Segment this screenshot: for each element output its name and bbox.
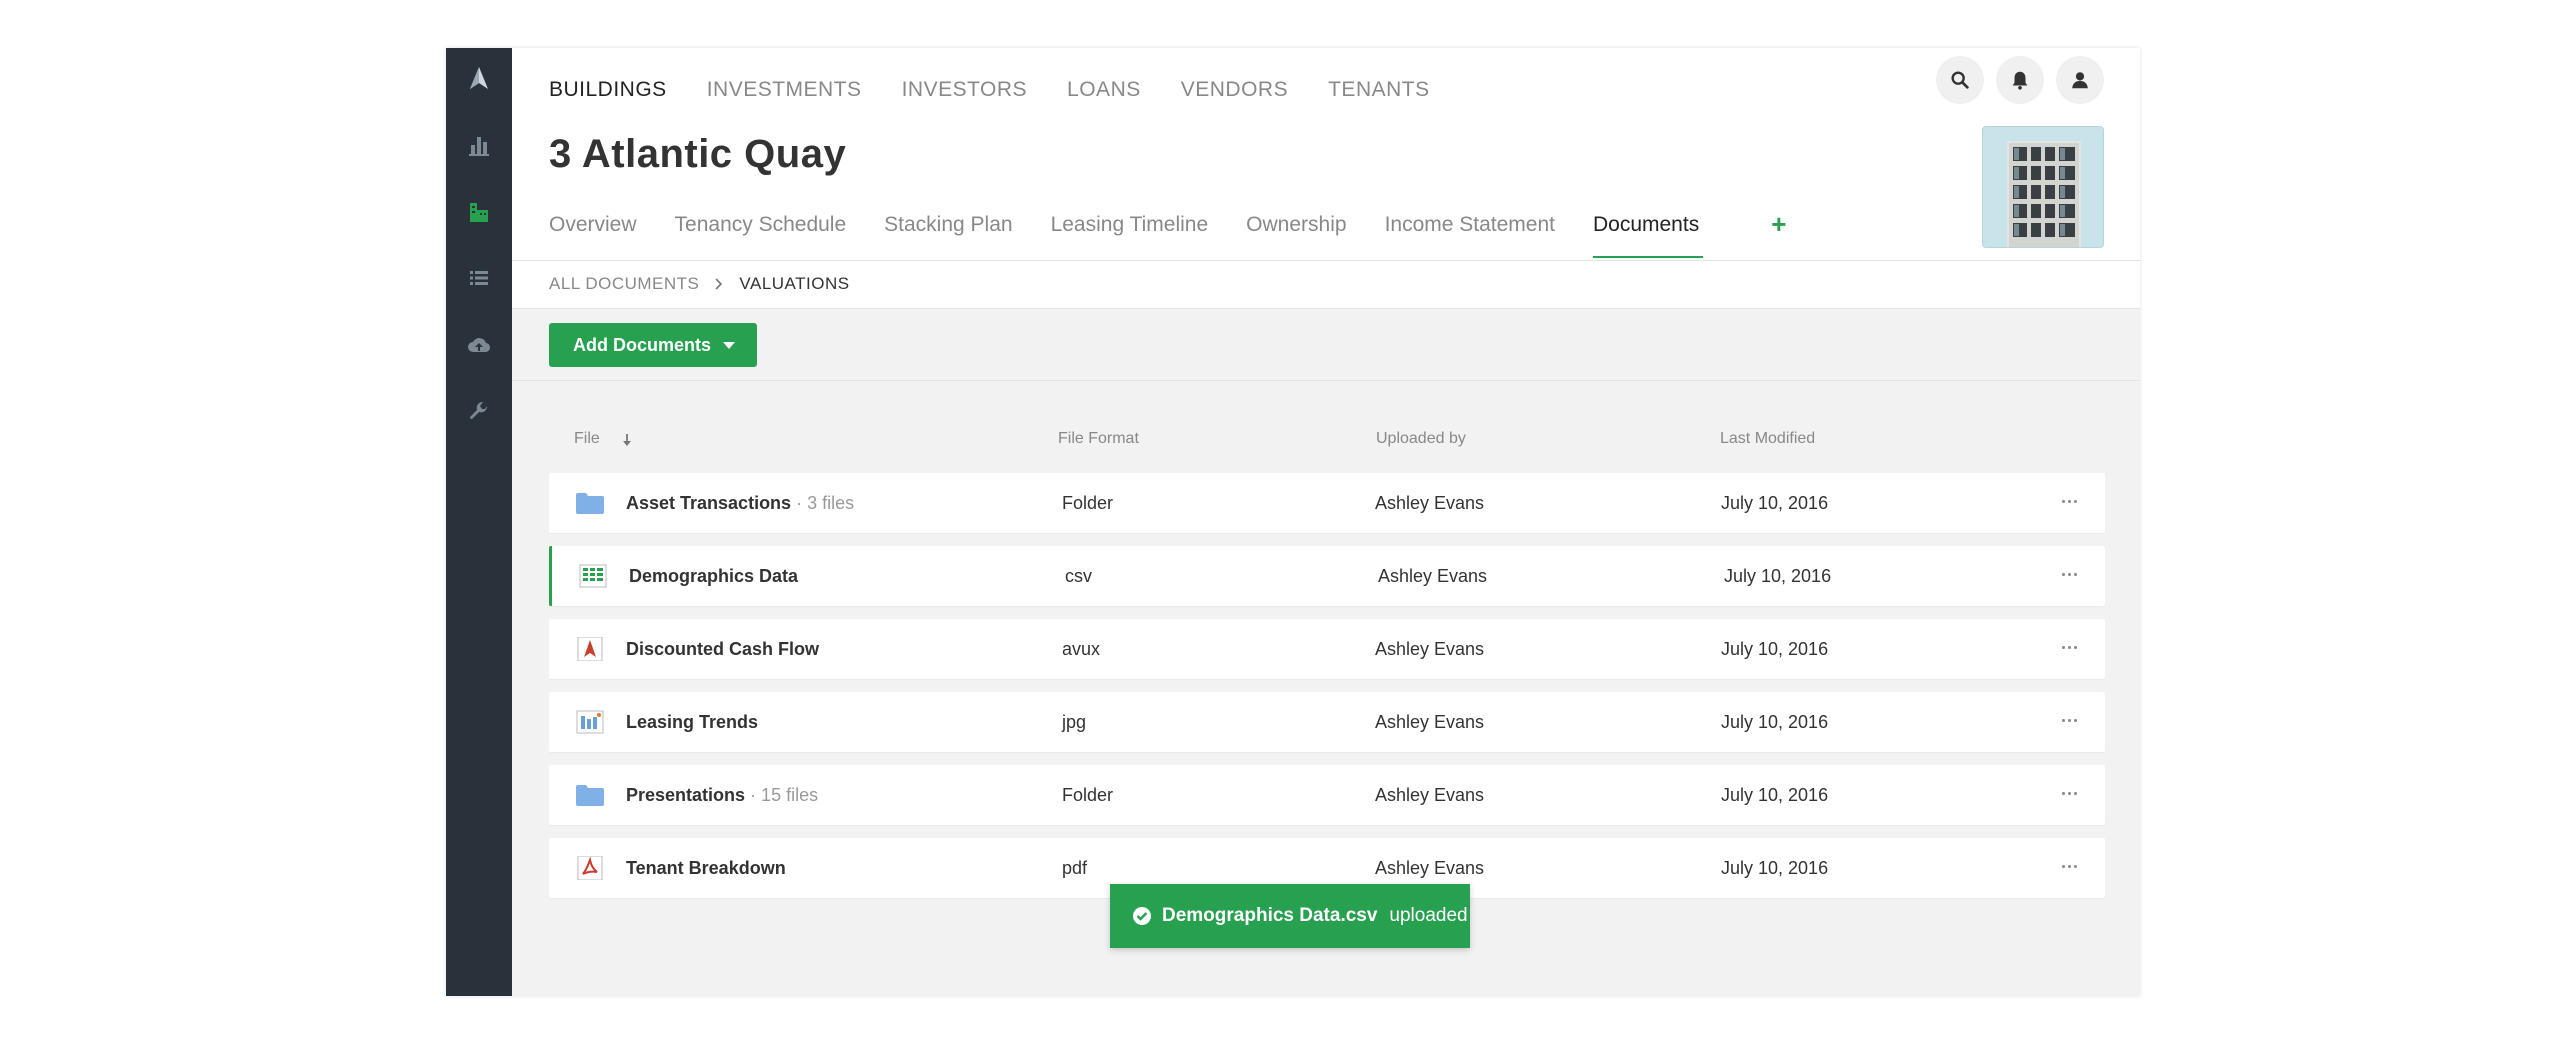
last-modified: July 10, 2016 xyxy=(1724,566,1832,586)
image-icon xyxy=(576,710,604,734)
table-row[interactable]: Presentations · 15 files Folder Ashley E… xyxy=(549,765,2105,825)
nav-tenants[interactable]: TENANTS xyxy=(1328,70,1430,110)
tab-income-statement[interactable]: Income Statement xyxy=(1385,210,1555,260)
last-modified: July 10, 2016 xyxy=(1721,712,1829,732)
user-icon xyxy=(2072,72,2088,89)
chevron-right-icon xyxy=(713,278,725,290)
breadcrumb-valuations: VALUATIONS xyxy=(739,274,850,293)
table-row[interactable]: Demographics Data csv Ashley Evans July … xyxy=(549,546,2105,606)
logo-icon[interactable] xyxy=(464,63,494,93)
upload-toast[interactable]: Demographics Data.csv uploaded xyxy=(1110,884,1470,948)
file-name[interactable]: Asset Transactions xyxy=(626,493,791,513)
uploaded-by: Ashley Evans xyxy=(1375,639,1485,659)
file-format: csv xyxy=(1065,566,1092,586)
building-tabs: Overview Tenancy Schedule Stacking Plan … xyxy=(549,210,1786,260)
file-format: avux xyxy=(1062,639,1101,659)
last-modified: July 10, 2016 xyxy=(1721,858,1829,878)
avux-icon xyxy=(577,637,603,661)
more-options-icon[interactable] xyxy=(2062,865,2077,868)
documents-toolbar: Add Documents xyxy=(512,309,2140,381)
buildings-icon[interactable] xyxy=(464,197,494,227)
chart-icon[interactable] xyxy=(464,130,494,160)
cloud-upload-icon[interactable] xyxy=(464,330,494,360)
more-options-icon[interactable] xyxy=(2062,573,2077,576)
add-tab-button[interactable]: + xyxy=(1771,210,1786,260)
notifications-button[interactable] xyxy=(1996,56,2044,104)
nav-vendors[interactable]: VENDORS xyxy=(1181,70,1288,110)
table-row[interactable]: Leasing Trends jpg Ashley Evans July 10,… xyxy=(549,692,2105,752)
more-options-icon[interactable] xyxy=(2062,646,2077,649)
uploaded-by: Ashley Evans xyxy=(1375,712,1485,732)
wrench-icon[interactable] xyxy=(464,397,494,427)
tab-overview[interactable]: Overview xyxy=(549,210,637,260)
nav-investments[interactable]: INVESTMENTS xyxy=(707,70,862,110)
more-options-icon[interactable] xyxy=(2062,500,2077,503)
file-count: · 3 files xyxy=(796,493,855,513)
sidebar-rail xyxy=(446,48,512,996)
app-window: BUILDINGS INVESTMENTS INVESTORS LOANS VE… xyxy=(446,48,2140,996)
file-format: jpg xyxy=(1062,712,1087,732)
page-title: 3 Atlantic Quay xyxy=(549,132,847,176)
more-options-icon[interactable] xyxy=(2062,719,2077,722)
building-thumbnail[interactable] xyxy=(1982,126,2104,248)
header-uploaded-by[interactable]: Uploaded by xyxy=(1376,430,1466,448)
file-count: · 15 files xyxy=(750,785,819,805)
last-modified: July 10, 2016 xyxy=(1721,493,1829,513)
top-nav: BUILDINGS INVESTMENTS INVESTORS LOANS VE… xyxy=(549,70,1470,110)
breadcrumb-all-documents[interactable]: ALL DOCUMENTS xyxy=(549,274,699,294)
table-header: File File Format Uploaded by Last Modifi… xyxy=(512,430,2140,450)
header-file-format[interactable]: File Format xyxy=(1058,430,1139,448)
top-actions xyxy=(1936,56,2104,104)
file-name[interactable]: Discounted Cash Flow xyxy=(626,619,819,679)
file-format: Folder xyxy=(1062,493,1114,513)
list-icon[interactable] xyxy=(464,263,494,293)
bell-icon xyxy=(2012,71,2028,90)
add-documents-label: Add Documents xyxy=(573,334,712,355)
toast-file-name: Demographics Data.csv xyxy=(1162,905,1378,926)
table-row[interactable]: Asset Transactions · 3 files Folder Ashl… xyxy=(549,473,2105,533)
breadcrumb: ALL DOCUMENTS VALUATIONS xyxy=(549,274,850,294)
file-name[interactable]: Presentations xyxy=(626,785,745,805)
check-circle-icon xyxy=(1133,907,1151,925)
tabs-divider xyxy=(512,260,2140,261)
tab-stacking-plan[interactable]: Stacking Plan xyxy=(884,210,1012,260)
folder-icon xyxy=(576,493,604,514)
header-file[interactable]: File xyxy=(574,430,600,448)
last-modified: July 10, 2016 xyxy=(1721,639,1829,659)
file-format: Folder xyxy=(1062,785,1114,805)
pdf-icon xyxy=(577,856,603,880)
uploaded-by: Ashley Evans xyxy=(1375,493,1485,513)
sort-down-icon[interactable] xyxy=(620,432,634,448)
folder-icon xyxy=(576,785,604,806)
toast-status: uploaded xyxy=(1389,905,1468,926)
tab-leasing-timeline[interactable]: Leasing Timeline xyxy=(1051,210,1209,260)
search-button[interactable] xyxy=(1936,56,1984,104)
header-last-modified[interactable]: Last Modified xyxy=(1720,430,1815,448)
last-modified: July 10, 2016 xyxy=(1721,785,1829,805)
file-name[interactable]: Tenant Breakdown xyxy=(626,838,786,898)
file-name[interactable]: Demographics Data xyxy=(629,546,798,606)
nav-loans[interactable]: LOANS xyxy=(1067,70,1141,110)
table-row[interactable]: Discounted Cash Flow avux Ashley Evans J… xyxy=(549,619,2105,679)
uploaded-by: Ashley Evans xyxy=(1378,566,1488,586)
nav-investors[interactable]: INVESTORS xyxy=(902,70,1027,110)
profile-button[interactable] xyxy=(2056,56,2104,104)
caret-down-icon xyxy=(723,341,736,349)
spreadsheet-icon xyxy=(579,564,607,588)
tab-documents[interactable]: Documents xyxy=(1592,210,1704,260)
add-documents-button[interactable]: Add Documents xyxy=(549,323,758,367)
nav-buildings[interactable]: BUILDINGS xyxy=(549,70,667,110)
more-options-icon[interactable] xyxy=(2062,792,2077,795)
main-panel: BUILDINGS INVESTMENTS INVESTORS LOANS VE… xyxy=(512,48,2140,996)
uploaded-by: Ashley Evans xyxy=(1375,785,1485,805)
file-name[interactable]: Leasing Trends xyxy=(626,692,758,752)
file-format: pdf xyxy=(1062,858,1088,878)
tab-tenancy-schedule[interactable]: Tenancy Schedule xyxy=(675,210,847,260)
tab-ownership[interactable]: Ownership xyxy=(1246,210,1346,260)
search-icon xyxy=(1951,71,1969,89)
